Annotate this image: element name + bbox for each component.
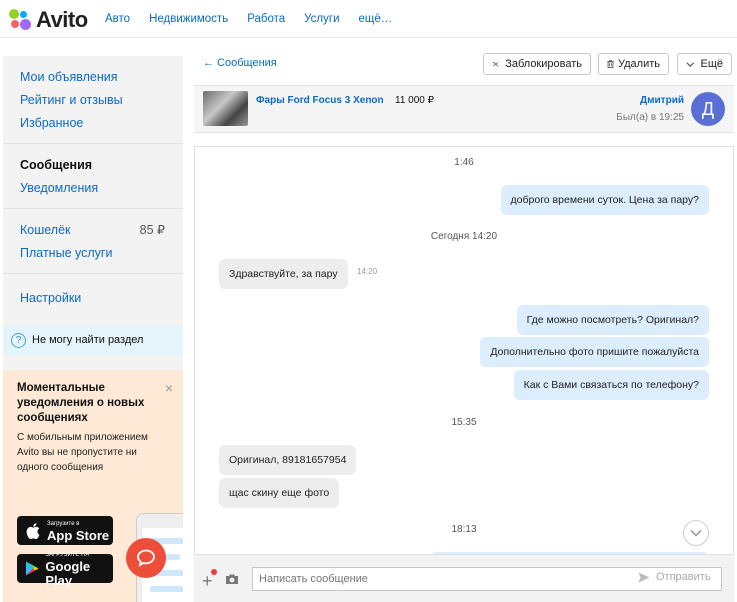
message-list[interactable]: 1:46 доброго времени суток. Цена за пару… (194, 146, 734, 602)
play-store-icon (25, 561, 39, 577)
apple-icon (25, 522, 41, 539)
sidebar-item-wallet[interactable]: Кошелёк 85 ₽ (3, 218, 183, 241)
message-outgoing: Где можно посмотреть? Оригинал? (516, 305, 709, 335)
logo-text: Avito (36, 7, 88, 32)
time-divider: Сегодня 14:20 (430, 231, 498, 242)
sidebar-item-settings[interactable]: Настройки (3, 286, 183, 309)
scroll-down-button[interactable] (683, 520, 709, 546)
more-button[interactable]: Ещё (677, 53, 732, 75)
user-name[interactable]: Дмитрий (640, 95, 684, 106)
nav-link-jobs[interactable]: Работа (247, 13, 285, 25)
conversation-panel: ← Сообщения Заблокировать Удалить Ещё Фа… (194, 50, 734, 602)
question-icon: ? (11, 332, 26, 348)
block-icon (492, 61, 499, 67)
time-divider: 18:13 (451, 524, 477, 535)
listing-price: 11 000 ₽ (395, 95, 434, 106)
help-link[interactable]: ? Не могу найти раздел (3, 325, 183, 355)
app-store-button[interactable]: Загрузите в App Store (17, 516, 113, 545)
sidebar-item-paid-services[interactable]: Платные услуги (3, 241, 183, 264)
sidebar-item-my-ads[interactable]: Мои объявления (3, 65, 183, 88)
chat-bubble-button[interactable] (126, 538, 166, 578)
delete-button[interactable]: Удалить (598, 53, 669, 75)
send-icon (638, 572, 650, 582)
send-button[interactable]: Отправить (638, 571, 711, 583)
listing-thumbnail[interactable] (203, 91, 248, 126)
camera-icon[interactable] (225, 573, 239, 588)
google-play-button[interactable]: ЗАГРУЗИТЕ НА Google Play (17, 552, 113, 587)
time-divider: 15:35 (451, 417, 477, 428)
message-timestamp: 14:20 (357, 267, 378, 276)
back-to-messages-link[interactable]: ← Сообщения (203, 57, 277, 69)
sidebar-item-rating[interactable]: Рейтинг и отзывы (3, 88, 183, 111)
promo-body: С мобильным приложением Avito вы не проп… (17, 432, 148, 473)
logo-dots-icon (8, 8, 32, 32)
sidebar-item-messages[interactable]: Сообщения (3, 153, 183, 176)
trash-icon (607, 60, 614, 68)
block-button[interactable]: Заблокировать (483, 53, 591, 75)
sidebar: Мои объявления Рейтинг и отзывы Избранно… (3, 56, 183, 602)
nav-link-auto[interactable]: Авто (105, 13, 130, 25)
message-outgoing: Как с Вами связаться по телефону? (513, 370, 709, 400)
avito-logo[interactable]: Avito (8, 7, 88, 33)
avatar[interactable]: Д (691, 92, 725, 126)
chevron-down-icon (686, 61, 695, 67)
chevron-down-icon (690, 530, 702, 537)
promo-title: Моментальные уведомления о новых сообщен… (17, 382, 145, 424)
nav-link-more[interactable]: ещё… (359, 13, 393, 25)
message-incoming: щас скину еще фото (219, 478, 340, 508)
time-divider: 1:46 (454, 157, 474, 168)
message-incoming: Здравствуйте, за пару (219, 259, 348, 289)
sidebar-item-favorites[interactable]: Избранное (3, 111, 183, 134)
message-outgoing: доброго времени суток. Цена за пару? (500, 185, 709, 215)
listing-title[interactable]: Фары Ford Focus 3 Xenon (256, 95, 384, 106)
app-promo-banner: × Моментальные уведомления о новых сообщ… (3, 370, 183, 602)
sidebar-item-notifications[interactable]: Уведомления (3, 176, 183, 199)
wallet-balance: 85 ₽ (139, 223, 165, 237)
nav-link-realty[interactable]: Недвижимость (149, 13, 228, 25)
nav-link-services[interactable]: Услуги (304, 13, 339, 25)
message-incoming: Оригинал, 89181657954 (219, 445, 357, 475)
user-last-seen: Был(а) в 19:25 (616, 112, 684, 123)
attach-badge (211, 569, 217, 575)
message-outgoing: Дополнительно фото пришите пожалуйста (480, 337, 709, 367)
top-nav: Avito Авто Недвижимость Работа Услуги ещ… (0, 0, 737, 38)
close-icon[interactable]: × (165, 380, 173, 396)
message-composer: + Отправить (194, 554, 734, 602)
listing-header: Фары Ford Focus 3 Xenon 11 000 ₽ Дмитрий… (194, 85, 734, 133)
chat-icon (137, 549, 155, 567)
